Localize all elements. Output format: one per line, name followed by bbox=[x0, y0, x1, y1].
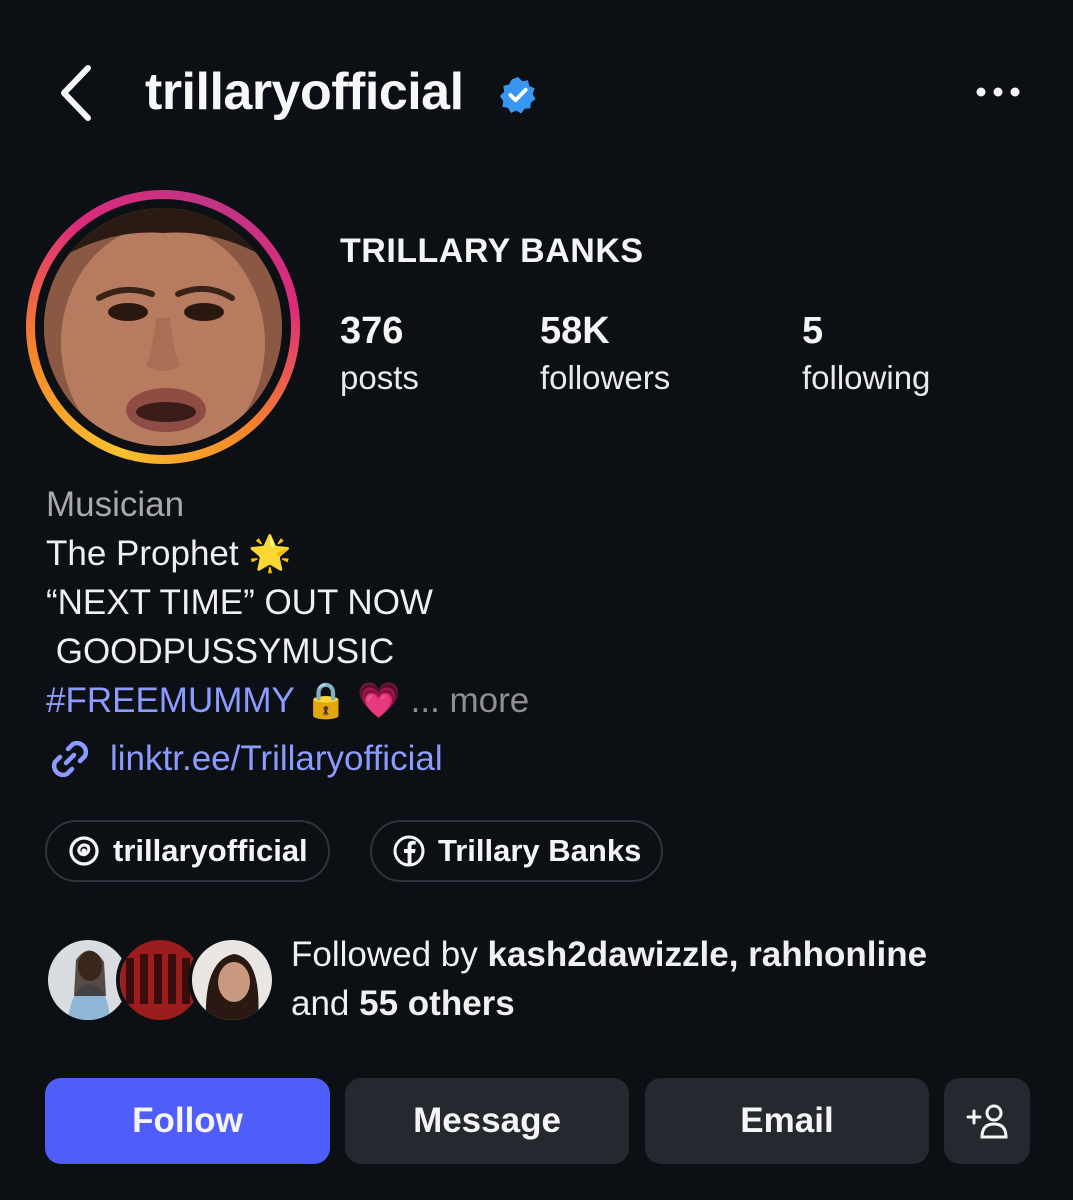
stat-value: 376 bbox=[340, 310, 404, 352]
followed-by-section[interactable]: Followed by kash2dawizzle, rahhonline an… bbox=[44, 930, 1044, 1030]
more-options-button[interactable] bbox=[968, 74, 1028, 110]
facebook-profile-chip[interactable]: Trillary Banks bbox=[370, 820, 664, 882]
followed-by-users: kash2dawizzle, rahhonline bbox=[487, 935, 928, 974]
avatar bbox=[44, 208, 282, 446]
facebook-icon bbox=[393, 835, 425, 867]
bio-more-link[interactable]: ... more bbox=[411, 681, 530, 720]
stat-followers[interactable]: 58K followers bbox=[540, 310, 670, 397]
lock-heart-emoji-icon: 🔒 💗 bbox=[304, 681, 401, 720]
stat-following[interactable]: 5 following bbox=[802, 310, 930, 397]
chevron-left-icon bbox=[61, 65, 91, 121]
follower-avatar bbox=[188, 936, 276, 1024]
threads-profile-chip[interactable]: trillaryofficial bbox=[45, 820, 330, 882]
follow-button[interactable]: Follow bbox=[45, 1078, 330, 1164]
profile-bio: Musician The Prophet 🌟 “NEXT TIME” OUT N… bbox=[46, 480, 529, 725]
threads-icon bbox=[69, 836, 99, 866]
stat-label: followers bbox=[540, 359, 671, 396]
chip-label: trillaryofficial bbox=[113, 833, 308, 868]
verified-badge-icon bbox=[499, 76, 536, 114]
chip-label: Trillary Banks bbox=[438, 833, 642, 868]
bio-line: #FREEMUMMY 🔒 💗 ... more bbox=[46, 676, 529, 725]
display-name: TRILLARY BANKS bbox=[340, 232, 644, 270]
bio-line: The Prophet 🌟 bbox=[46, 529, 529, 578]
profile-category: Musician bbox=[46, 485, 185, 524]
hashtag-link[interactable]: #FREEMUMMY bbox=[46, 681, 294, 720]
stat-label: posts bbox=[340, 359, 419, 396]
bio-line: “NEXT TIME” OUT NOW bbox=[46, 583, 433, 622]
email-button[interactable]: Email bbox=[645, 1078, 929, 1164]
star-emoji-icon: 🌟 bbox=[248, 534, 292, 573]
followed-by-text: Followed by kash2dawizzle, rahhonline an… bbox=[291, 930, 927, 1028]
followed-by-prefix: Followed by bbox=[291, 935, 488, 974]
stat-label: following bbox=[802, 359, 931, 396]
add-person-icon bbox=[966, 1104, 1008, 1139]
profile-avatar-story-ring[interactable] bbox=[26, 190, 300, 464]
avatar-face-illustration bbox=[44, 208, 282, 446]
bio-text: The Prophet bbox=[46, 534, 239, 573]
bio-link[interactable]: linktr.ee/Trillaryofficial bbox=[46, 735, 443, 783]
suggested-accounts-button[interactable] bbox=[944, 1078, 1030, 1164]
profile-username: trillaryofficial bbox=[145, 63, 464, 121]
stat-value: 5 bbox=[802, 310, 824, 352]
back-button[interactable] bbox=[52, 58, 104, 128]
bio-line: GOODPUSSYMUSIC bbox=[46, 632, 395, 671]
followed-by-and: and bbox=[291, 984, 360, 1023]
link-icon bbox=[51, 740, 89, 778]
bio-link-text: linktr.ee/Trillaryofficial bbox=[110, 739, 443, 778]
followed-by-others: 55 others bbox=[359, 984, 515, 1023]
stat-posts[interactable]: 376 posts bbox=[340, 310, 419, 397]
top-bar: trillaryofficial bbox=[0, 0, 1073, 190]
more-dots-icon bbox=[976, 87, 1020, 97]
stat-value: 58K bbox=[540, 310, 610, 352]
message-button[interactable]: Message bbox=[345, 1078, 629, 1164]
